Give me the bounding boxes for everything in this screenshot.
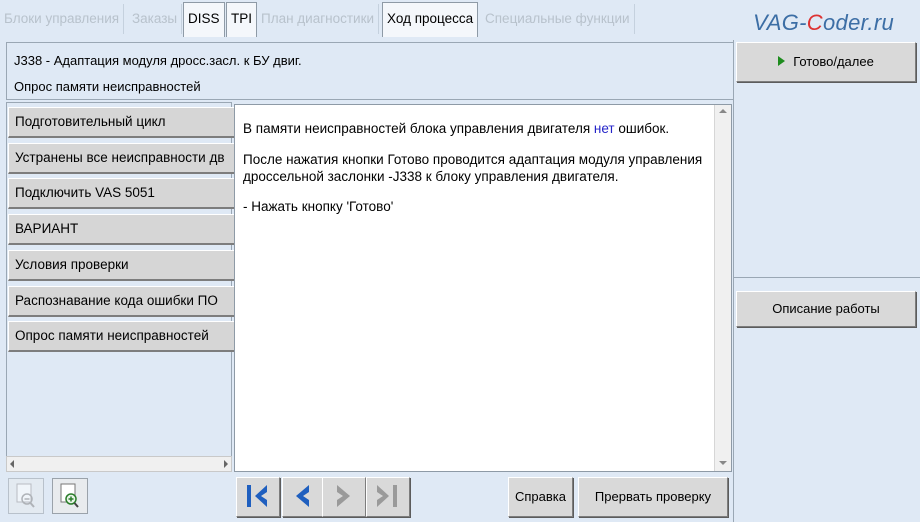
instruction-text: После нажатия кнопки Готово проводится а… — [243, 152, 703, 184]
help-button[interactable]: Справка — [508, 477, 573, 517]
test-header: J338 - Адаптация модуля дросс.засл. к БУ… — [6, 42, 733, 100]
scroll-down-icon[interactable] — [719, 461, 727, 465]
action-text: - Нажать кнопку 'Готово' — [243, 199, 394, 214]
zoom-in-button[interactable] — [52, 478, 88, 514]
skip-last-icon — [377, 485, 397, 507]
brand-watermark: VAG-Coder.ru — [753, 10, 894, 35]
work-description-button[interactable]: Описание работы — [736, 291, 916, 327]
result-text: В памяти неисправностей блока управления… — [243, 121, 670, 136]
scroll-left-icon[interactable] — [10, 460, 14, 468]
test-subtitle: Опрос памяти неисправностей — [14, 79, 201, 94]
chevron-left-icon — [296, 485, 309, 507]
done-next-button[interactable]: Готово/далее — [736, 42, 916, 82]
step-item[interactable]: Условия проверки — [8, 250, 239, 281]
scroll-right-icon[interactable] — [224, 460, 228, 468]
step-item[interactable]: Распознавание кода ошибки ПО — [8, 286, 239, 317]
step-item[interactable]: Устранены все неисправности дв — [8, 143, 239, 174]
play-icon — [778, 56, 786, 66]
right-panel: Готово/далее Описание работы — [733, 40, 920, 522]
next-step-button[interactable] — [322, 477, 366, 517]
divider — [734, 277, 920, 278]
first-step-button[interactable] — [236, 477, 280, 517]
test-title: J338 - Адаптация модуля дросс.засл. к БУ… — [14, 53, 302, 68]
chevron-right-icon — [337, 485, 350, 507]
zoom-out-button[interactable] — [8, 478, 44, 514]
zoom-out-icon — [16, 483, 35, 508]
step-item-current[interactable]: Опрос памяти неисправностей — [8, 321, 239, 352]
steps-horizontal-scrollbar[interactable] — [6, 456, 232, 472]
steps-list: Подготовительный цикл Устранены все неис… — [6, 102, 239, 472]
tab-bar: Блоки управления Заказы DISS TPI План ди… — [0, 0, 920, 38]
tab-tpi[interactable]: TPI — [226, 2, 258, 37]
tab-diagnostic-plan[interactable]: План диагностики — [257, 4, 380, 34]
zoom-in-icon — [60, 483, 79, 508]
scroll-up-icon[interactable] — [719, 109, 727, 113]
content-vertical-scrollbar[interactable] — [714, 105, 731, 471]
skip-first-icon — [247, 485, 267, 507]
tab-diss[interactable]: DISS — [183, 2, 225, 37]
step-item[interactable]: Подключить VAS 5051 — [8, 178, 239, 209]
tab-process-flow[interactable]: Ход процесса — [382, 2, 479, 37]
tab-special-functions[interactable]: Специальные функции — [481, 4, 635, 34]
step-item[interactable]: Подготовительный цикл — [8, 107, 239, 138]
last-step-button[interactable] — [366, 477, 410, 517]
abort-test-button[interactable]: Прервать проверку — [578, 477, 728, 517]
previous-step-button[interactable] — [282, 477, 326, 517]
tab-orders[interactable]: Заказы — [128, 4, 183, 34]
tab-control-units[interactable]: Блоки управления — [0, 4, 125, 34]
step-item[interactable]: ВАРИАНТ — [8, 214, 239, 245]
instruction-panel: В памяти неисправностей блока управления… — [234, 104, 732, 472]
